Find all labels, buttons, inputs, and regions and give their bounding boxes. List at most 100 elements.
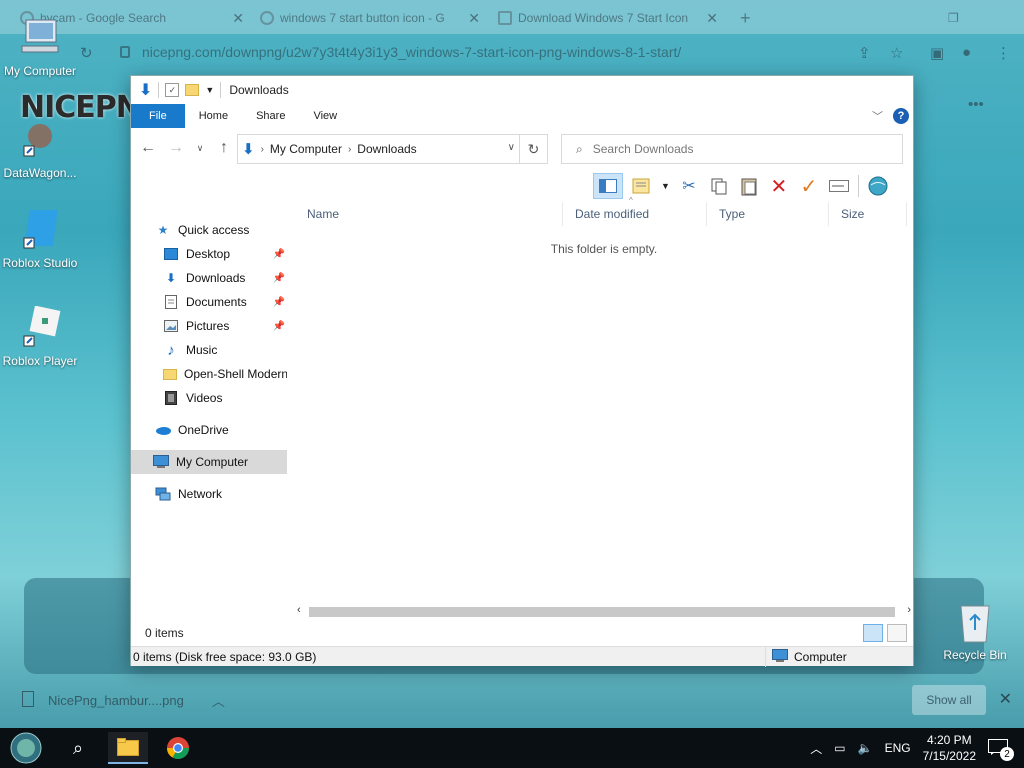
menu-icon[interactable]: ⋮ — [996, 44, 1012, 62]
globe-icon[interactable] — [867, 175, 889, 197]
profile-icon[interactable]: ● — [962, 44, 978, 61]
forward-icon[interactable]: → — [167, 139, 185, 157]
pin-icon[interactable]: 📌 — [273, 249, 285, 260]
nav-network[interactable]: Network — [155, 482, 311, 506]
large-icons-view-icon[interactable] — [887, 624, 907, 642]
chevron-up-icon[interactable]: ︿ — [212, 691, 225, 710]
search-button[interactable]: ⌕ — [58, 732, 98, 764]
copy-icon[interactable] — [708, 175, 730, 197]
action-center-button[interactable]: 2 — [988, 739, 1014, 761]
scroll-right-icon[interactable]: › — [907, 604, 911, 616]
command-toolbar: ▼ ✂ ✕ ✓ — [593, 172, 889, 200]
file-list: Name Date modified ^ Type Size This fold… — [295, 196, 913, 602]
back-icon[interactable]: ← — [139, 139, 157, 157]
desktop-icon-my-computer[interactable]: My Computer — [0, 16, 80, 78]
time: 4:20 PM — [926, 733, 972, 747]
nav-label: Music — [186, 343, 218, 357]
chevron-down-icon[interactable]: ∨ — [508, 142, 515, 153]
preview-pane-icon[interactable] — [593, 173, 623, 199]
nav-label: Pictures — [186, 319, 230, 333]
pin-icon[interactable]: 📌 — [273, 321, 285, 332]
paste-icon[interactable] — [738, 175, 760, 197]
delete-icon[interactable]: ✕ — [768, 175, 790, 198]
nav-pictures[interactable]: Pictures 📌 — [163, 314, 287, 338]
nav-downloads[interactable]: ⬇ Downloads 📌 — [163, 266, 287, 290]
language-indicator[interactable]: ENG — [885, 741, 911, 755]
browser-tab-2[interactable]: windows 7 start button icon - G ✕ — [260, 6, 480, 30]
url-text[interactable]: nicepng.com/downpng/u2w7y3t4t4y3i1y3_win… — [142, 44, 681, 60]
computer-icon — [153, 454, 169, 470]
desktop-icon-label: My Computer — [3, 64, 77, 78]
rename-icon[interactable] — [828, 175, 850, 197]
close-icon[interactable]: ✕ — [999, 689, 1012, 709]
desktop-icon-roblox-player[interactable]: Roblox Player — [0, 305, 80, 368]
desktop-icon-roblox-studio[interactable]: Roblox Studio — [0, 208, 80, 270]
nav-music[interactable]: ♪ Music — [163, 338, 287, 362]
expand-ribbon-icon[interactable]: ﹀ — [872, 108, 883, 124]
show-all-button[interactable]: Show all — [912, 685, 986, 715]
nav-videos[interactable]: Videos — [163, 386, 287, 410]
close-tab-icon[interactable]: ✕ — [468, 10, 480, 27]
nav-label: OneDrive — [178, 423, 229, 437]
nav-documents[interactable]: Documents 📌 — [163, 290, 287, 314]
refresh-icon[interactable]: ↻ — [519, 135, 547, 163]
pin-icon[interactable]: 📌 — [273, 297, 285, 308]
taskbar-file-explorer[interactable] — [108, 732, 148, 764]
reload-icon[interactable]: ↻ — [80, 44, 96, 62]
bookmark-star-icon[interactable]: ☆ — [890, 44, 906, 62]
tab-view[interactable]: View — [299, 104, 351, 128]
view-dropdown-icon[interactable]: ▼ — [661, 181, 670, 191]
customize-qa-icon[interactable]: ▼ — [205, 85, 214, 95]
network-icon[interactable]: ▭ — [834, 741, 845, 755]
new-tab-icon[interactable]: + — [740, 6, 751, 30]
start-orb-icon — [10, 732, 42, 764]
checkmark-icon[interactable]: ✓ — [798, 175, 820, 198]
taskbar-chrome[interactable] — [158, 732, 198, 764]
breadcrumb-my-computer[interactable]: My Computer — [270, 142, 342, 156]
tab-share[interactable]: Share — [242, 104, 299, 128]
lock-icon — [120, 46, 130, 58]
start-button[interactable] — [6, 732, 46, 764]
address-bar[interactable]: ⬇ › My Computer › Downloads ∨ ↻ — [237, 134, 548, 164]
column-header-type[interactable]: Type — [707, 202, 829, 226]
nav-open-shell-modern[interactable]: Open-Shell Modern — [163, 362, 287, 386]
desktop-icon-datawagon[interactable]: DataWagon... — [0, 118, 80, 180]
properties-icon[interactable]: ✓ — [165, 83, 180, 97]
desktop-icon-recycle-bin[interactable]: Recycle Bin — [940, 600, 1010, 662]
column-header-size[interactable]: Size — [829, 202, 907, 226]
restore-window-icon[interactable]: ❐ — [948, 6, 959, 30]
scroll-thumb[interactable] — [309, 607, 895, 617]
scroll-left-icon[interactable]: ‹ — [297, 604, 301, 616]
recent-locations-icon[interactable]: ∨ — [195, 143, 205, 154]
breadcrumb-downloads[interactable]: Downloads — [357, 142, 416, 156]
browser-tab-3[interactable]: Download Windows 7 Start Icon ✕ — [498, 6, 718, 30]
new-folder-icon[interactable] — [185, 84, 200, 96]
nav-desktop[interactable]: Desktop 📌 — [163, 242, 287, 266]
column-header-name[interactable]: Name — [295, 202, 563, 226]
tab-file[interactable]: File — [131, 104, 185, 128]
nav-my-computer[interactable]: My Computer — [131, 450, 287, 474]
pin-icon[interactable]: 📌 — [273, 273, 285, 284]
details-view-icon[interactable] — [863, 624, 883, 642]
horizontal-scrollbar[interactable]: ‹ › — [295, 604, 913, 620]
search-input[interactable]: ⌕ Search Downloads — [561, 134, 903, 164]
desktop-icon-label: Roblox Player — [2, 354, 78, 368]
nav-quick-access[interactable]: ★ Quick access — [155, 218, 311, 242]
share-icon[interactable]: ⇪ — [858, 44, 874, 62]
close-tab-icon[interactable]: ✕ — [232, 10, 244, 27]
volume-icon[interactable]: 🔈 — [858, 741, 873, 755]
more-options-icon[interactable]: ••• — [968, 96, 984, 113]
network-icon — [155, 486, 171, 502]
close-tab-icon[interactable]: ✕ — [706, 10, 718, 27]
view-options-icon[interactable] — [631, 175, 653, 197]
side-panel-icon[interactable]: ▣ — [930, 44, 946, 62]
clock[interactable]: 4:20 PM 7/15/2022 — [923, 732, 976, 764]
tab-home[interactable]: Home — [185, 104, 242, 128]
download-item[interactable]: NicePng_hambur....png ︿ — [22, 691, 225, 710]
nav-onedrive[interactable]: OneDrive — [155, 418, 311, 442]
help-icon[interactable]: ? — [893, 108, 909, 124]
up-icon[interactable]: ↑ — [215, 139, 233, 157]
column-header-date-modified[interactable]: Date modified ^ — [563, 196, 707, 226]
cut-icon[interactable]: ✂ — [678, 175, 700, 197]
chevron-up-icon[interactable]: ︿ — [810, 740, 822, 757]
